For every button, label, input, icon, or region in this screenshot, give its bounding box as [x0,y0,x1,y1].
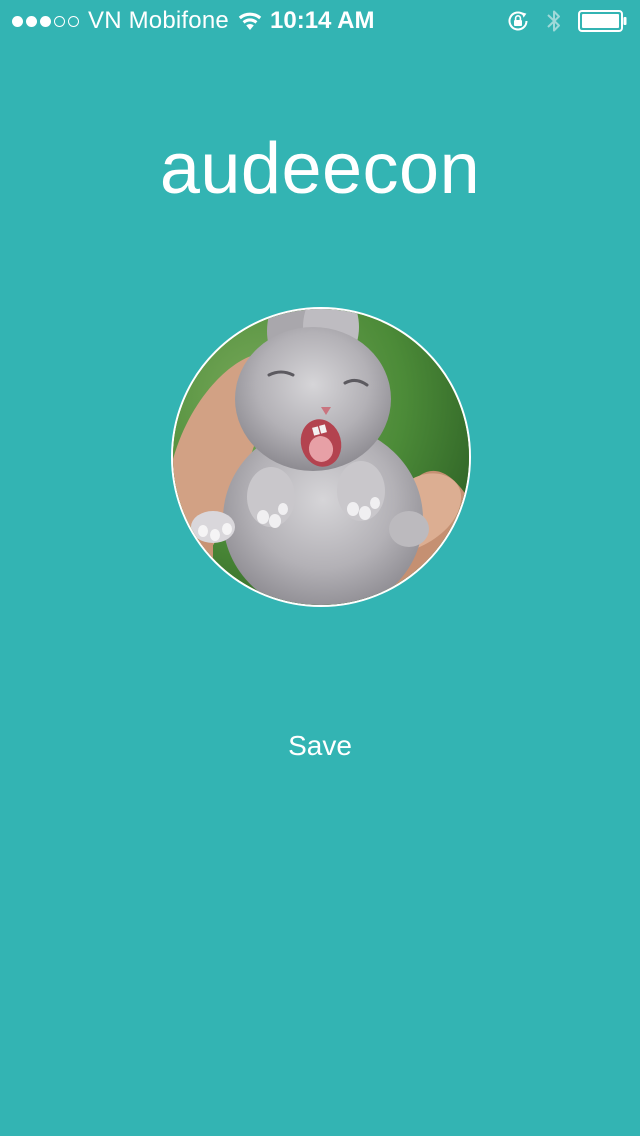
carrier-name: VN Mobifone [88,7,229,34]
status-time: 10:14 AM [270,7,375,34]
status-left: VN Mobifone [12,7,263,35]
status-right [506,7,628,35]
username-title: audeecon [159,129,481,209]
avatar-photo [173,309,469,605]
save-button[interactable]: Save [240,722,400,770]
signal-dot [68,15,79,27]
bluetooth-icon [547,10,560,32]
avatar[interactable] [171,307,471,607]
signal-dot [12,15,23,27]
status-bar: VN Mobifone 10:14 AM [0,0,640,40]
signal-dot [40,15,51,27]
battery-icon [578,10,627,32]
signal-dot [26,15,37,27]
signal-dot [54,15,65,27]
signal-strength-indicator [12,15,79,27]
orientation-lock-icon [508,11,528,31]
wifi-icon [238,12,262,30]
